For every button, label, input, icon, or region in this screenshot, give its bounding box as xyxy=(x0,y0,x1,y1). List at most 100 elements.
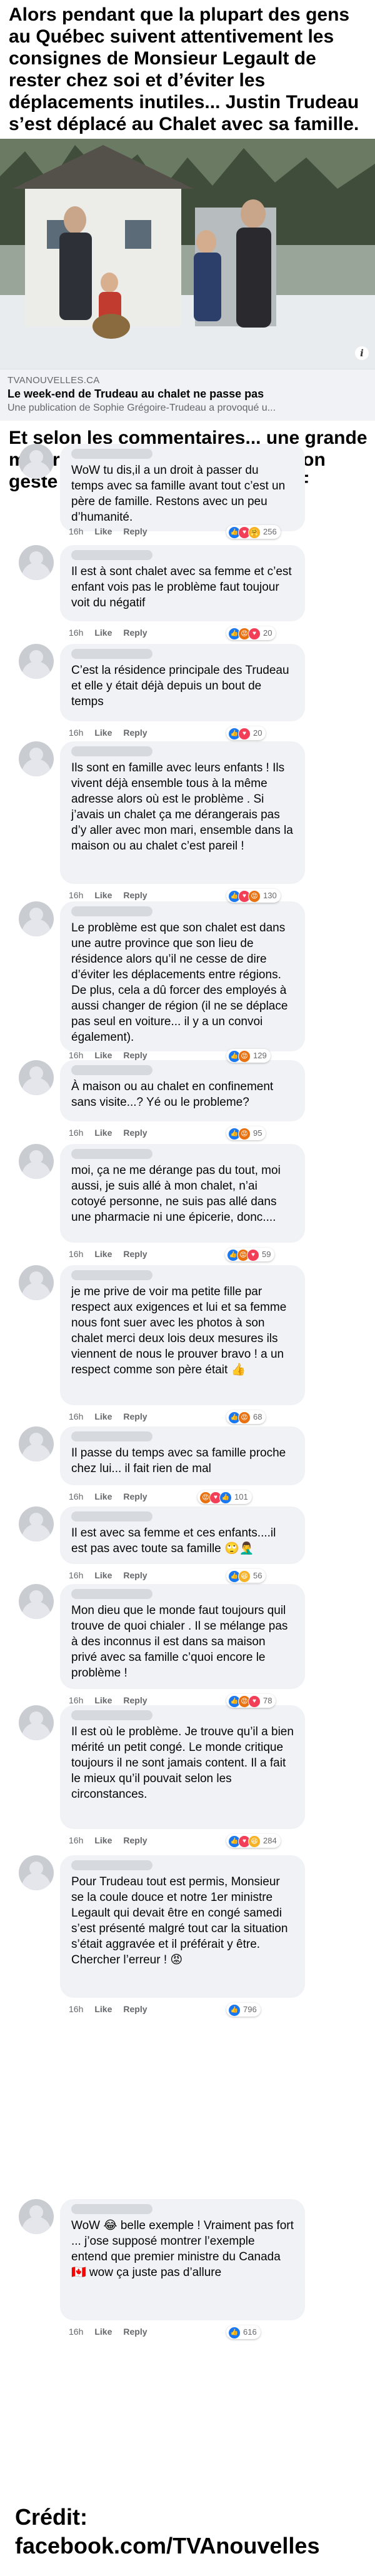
author-name-redacted[interactable] xyxy=(71,1589,152,1599)
comment-timestamp[interactable]: 16h xyxy=(69,1050,83,1060)
comment-timestamp[interactable]: 16h xyxy=(69,526,83,536)
author-name-redacted[interactable] xyxy=(71,550,152,560)
comment-actions: 16h Like Reply xyxy=(69,728,159,738)
reply-button[interactable]: Reply xyxy=(123,1695,147,1705)
reply-button[interactable]: Reply xyxy=(123,890,147,900)
reaction-summary[interactable]: 👍 😡 ♥ 20 xyxy=(226,626,276,640)
like-button[interactable]: Like xyxy=(94,2004,112,2014)
author-name-redacted[interactable] xyxy=(71,649,152,659)
like-button[interactable]: Like xyxy=(94,526,112,536)
author-name-redacted[interactable] xyxy=(71,1065,152,1075)
like-button[interactable]: Like xyxy=(94,628,112,638)
post-photo[interactable]: i xyxy=(0,139,375,369)
author-name-redacted[interactable] xyxy=(71,1710,152,1720)
author-name-redacted[interactable] xyxy=(71,1149,152,1159)
avatar[interactable] xyxy=(19,1705,54,1740)
avatar[interactable] xyxy=(19,1144,54,1179)
comment-timestamp[interactable]: 16h xyxy=(69,1570,83,1580)
comment-timestamp[interactable]: 16h xyxy=(69,1695,83,1705)
comment-timestamp[interactable]: 16h xyxy=(69,628,83,638)
avatar[interactable] xyxy=(19,1506,54,1541)
reply-button[interactable]: Reply xyxy=(123,1050,147,1060)
avatar[interactable] xyxy=(19,444,54,479)
comment-actions: 16h Like Reply xyxy=(69,2327,159,2337)
avatar[interactable] xyxy=(19,1060,54,1095)
comment-timestamp[interactable]: 16h xyxy=(69,1128,83,1138)
reply-button[interactable]: Reply xyxy=(123,628,147,638)
reply-button[interactable]: Reply xyxy=(123,1570,147,1580)
reply-button[interactable]: Reply xyxy=(123,1491,147,1501)
avatar[interactable] xyxy=(19,1265,54,1300)
comment-timestamp[interactable]: 16h xyxy=(69,2004,83,2014)
reaction-summary[interactable]: 👍 😆 56 xyxy=(226,1569,266,1583)
author-name-redacted[interactable] xyxy=(71,746,152,756)
reaction-summary[interactable]: 👍 ♥ 🤗 256 xyxy=(226,525,281,539)
like-button[interactable]: Like xyxy=(94,1411,112,1421)
comment-timestamp[interactable]: 16h xyxy=(69,890,83,900)
comment-timestamp[interactable]: 16h xyxy=(69,1411,83,1421)
reaction-summary[interactable]: 👍 796 xyxy=(226,2003,261,2017)
reaction-count: 20 xyxy=(253,728,262,738)
comment-bubble: À maison ou au chalet en confinement san… xyxy=(60,1060,305,1121)
reply-button[interactable]: Reply xyxy=(123,1835,147,1845)
like-button[interactable]: Like xyxy=(94,890,112,900)
like-button[interactable]: Like xyxy=(94,1050,112,1060)
author-name-redacted[interactable] xyxy=(71,1511,152,1521)
author-name-redacted[interactable] xyxy=(71,906,152,916)
reaction-summary[interactable]: 👍 ♥ 20 xyxy=(226,726,266,740)
reaction-summary[interactable]: 👍 ♥ 😡 130 xyxy=(226,889,281,903)
like-button[interactable]: Like xyxy=(94,1835,112,1845)
reaction-summary[interactable]: 😡 ♥ 👍 101 xyxy=(198,1490,252,1504)
avatar[interactable] xyxy=(19,1426,54,1461)
comment-timestamp[interactable]: 16h xyxy=(69,728,83,738)
avatar[interactable] xyxy=(19,741,54,776)
reply-button[interactable]: Reply xyxy=(123,2004,147,2014)
link-title[interactable]: Le week-end de Trudeau au chalet ne pass… xyxy=(8,387,368,401)
avatar[interactable] xyxy=(19,1855,54,1890)
avatar[interactable] xyxy=(19,1584,54,1619)
link-preview[interactable]: TVANOUVELLES.CA Le week-end de Trudeau a… xyxy=(0,369,375,421)
avatar[interactable] xyxy=(19,545,54,580)
avatar[interactable] xyxy=(19,2199,54,2234)
avatar[interactable] xyxy=(19,901,54,936)
reaction-summary[interactable]: 👍 😡 ♥ 59 xyxy=(225,1248,275,1261)
reaction-summary[interactable]: 👍 😡 95 xyxy=(226,1126,266,1140)
reply-button[interactable]: Reply xyxy=(123,1128,147,1138)
author-name-redacted[interactable] xyxy=(71,1431,152,1441)
like-button[interactable]: Like xyxy=(94,1128,112,1138)
author-name-redacted[interactable] xyxy=(71,1270,152,1280)
author-name-redacted[interactable] xyxy=(71,449,152,459)
like-button[interactable]: Like xyxy=(94,2327,112,2337)
comment-timestamp[interactable]: 16h xyxy=(69,1491,83,1501)
reaction-summary[interactable]: 👍 😡 ♥ 78 xyxy=(226,1694,276,1708)
comment-timestamp[interactable]: 16h xyxy=(69,1249,83,1259)
reply-button[interactable]: Reply xyxy=(123,2327,147,2337)
angry-reaction-icon: 😡 xyxy=(248,890,261,903)
angry-reaction-icon: 😡 xyxy=(238,1050,251,1063)
reply-button[interactable]: Reply xyxy=(123,728,147,738)
like-button[interactable]: Like xyxy=(94,1491,112,1501)
love-reaction-icon: ♥ xyxy=(248,628,261,640)
comment-bubble: je me prive de voir ma petite fille par … xyxy=(60,1265,305,1405)
reaction-summary[interactable]: 👍 😡 68 xyxy=(226,1410,266,1424)
comment-timestamp[interactable]: 16h xyxy=(69,2327,83,2337)
comment-actions: 16h Like Reply xyxy=(69,526,159,536)
reply-button[interactable]: Reply xyxy=(123,1249,147,1259)
avatar[interactable] xyxy=(19,644,54,679)
info-icon[interactable]: i xyxy=(355,346,369,360)
credit: Crédit: facebook.com/TVAnouvelles xyxy=(15,2504,320,2558)
author-name-redacted[interactable] xyxy=(71,1860,152,1870)
family-photo xyxy=(0,139,375,369)
reply-button[interactable]: Reply xyxy=(123,1411,147,1421)
like-button[interactable]: Like xyxy=(94,1695,112,1705)
reaction-summary[interactable]: 👍 😡 129 xyxy=(226,1049,271,1063)
like-reaction-icon: 👍 xyxy=(228,2004,241,2017)
like-button[interactable]: Like xyxy=(94,728,112,738)
comment-timestamp[interactable]: 16h xyxy=(69,1835,83,1845)
reply-button[interactable]: Reply xyxy=(123,526,147,536)
reaction-summary[interactable]: 👍 616 xyxy=(226,2325,261,2339)
reaction-summary[interactable]: 👍 ♥ 😆 284 xyxy=(226,1834,281,1848)
like-button[interactable]: Like xyxy=(94,1570,112,1580)
author-name-redacted[interactable] xyxy=(71,2204,152,2214)
like-button[interactable]: Like xyxy=(94,1249,112,1259)
